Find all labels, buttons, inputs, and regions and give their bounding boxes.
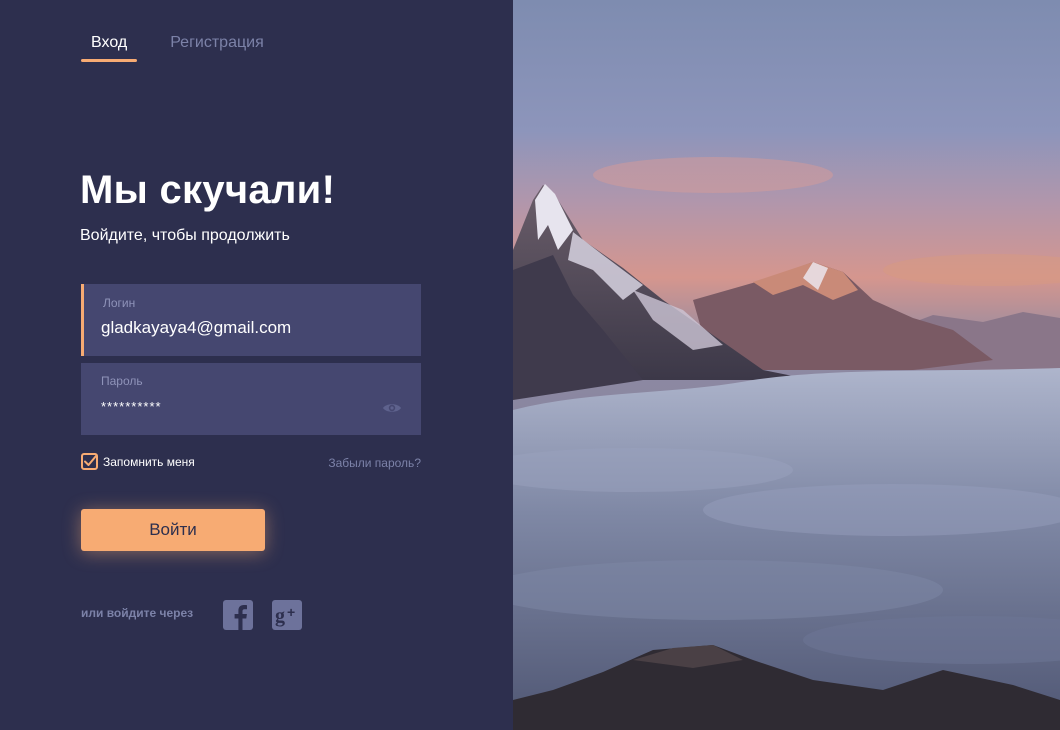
remember-me-label: Запомнить меня (103, 454, 195, 469)
checkbox-box[interactable] (81, 453, 98, 470)
social-login-label: или войдите через (81, 606, 194, 620)
auth-tabs: Вход Регистрация (81, 34, 264, 62)
svg-text:g: g (275, 605, 285, 627)
eye-icon[interactable] (382, 401, 402, 415)
login-field[interactable]: Логин gladkayaya4@gmail.com (81, 284, 421, 356)
tab-login[interactable]: Вход (81, 34, 138, 62)
login-button[interactable]: Войти (81, 509, 265, 551)
login-panel: Вход Регистрация Мы скучали! Войдите, чт… (0, 0, 513, 730)
hero-image (513, 0, 1060, 730)
password-input[interactable]: ********** (101, 399, 162, 414)
svg-text:+: + (287, 604, 295, 620)
facebook-icon[interactable] (223, 600, 253, 630)
remember-me-checkbox[interactable]: Запомнить меня (81, 453, 195, 470)
page-subtitle: Войдите, чтобы продолжить (80, 227, 290, 244)
check-icon (84, 455, 97, 466)
page-title: Мы скучали! (80, 168, 336, 212)
password-field[interactable]: Пароль ********** (81, 363, 421, 435)
tab-register[interactable]: Регистрация (170, 34, 264, 60)
forgot-password-link[interactable]: Забыли пароль? (328, 456, 421, 470)
mountain-landscape (513, 0, 1060, 730)
password-label: Пароль (101, 374, 143, 388)
google-plus-icon[interactable]: g + (272, 600, 302, 630)
login-input[interactable]: gladkayaya4@gmail.com (101, 318, 291, 338)
login-label: Логин (103, 296, 136, 310)
